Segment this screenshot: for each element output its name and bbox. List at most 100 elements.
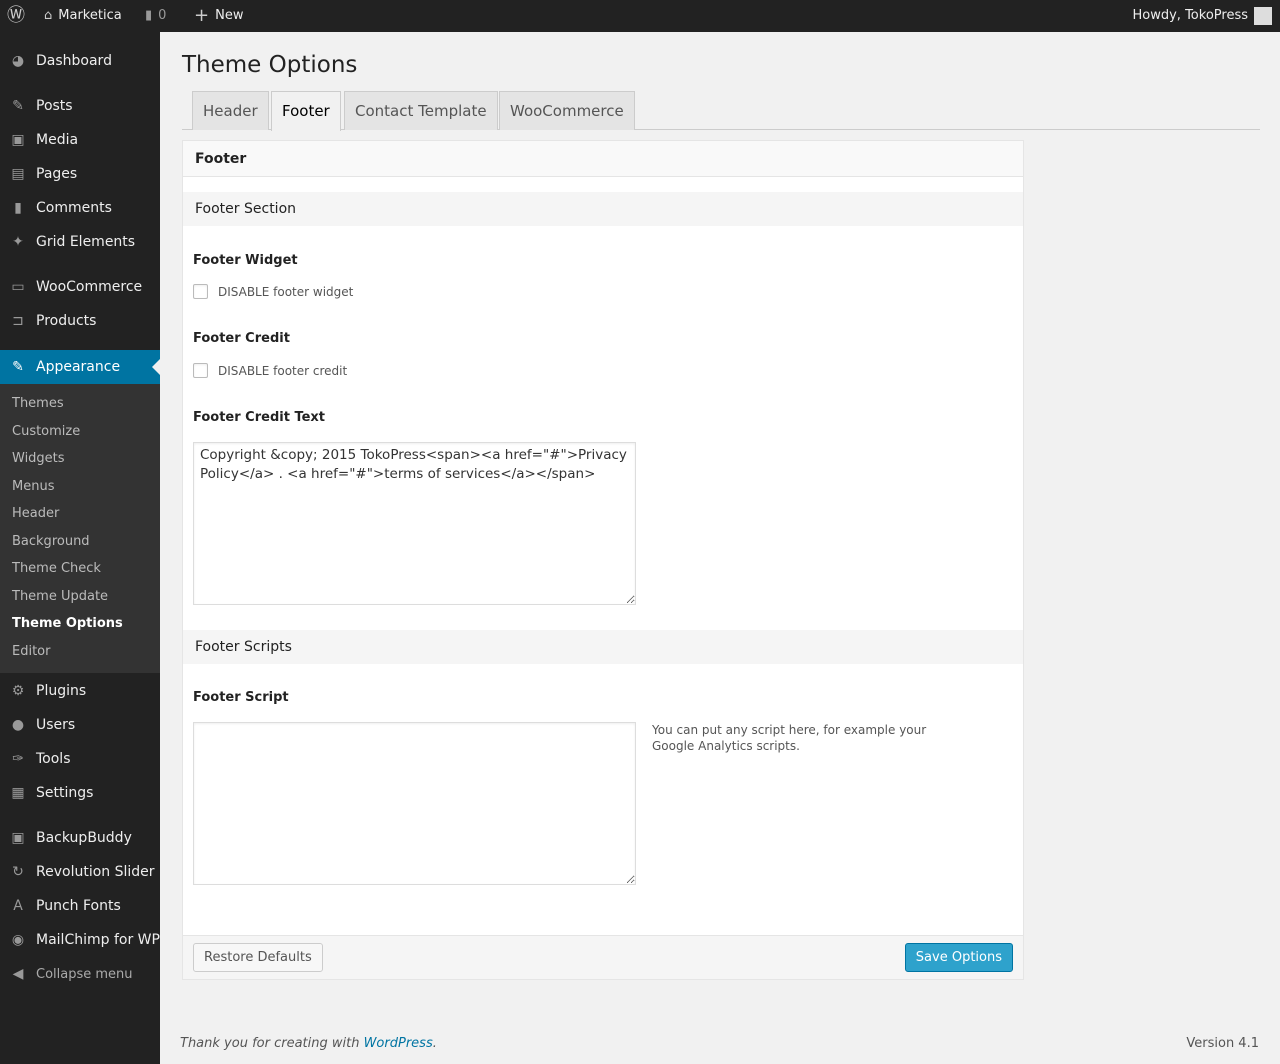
submenu-item-menus[interactable]: Menus [12,479,54,494]
sidebar-item-label: Punch Fonts [36,898,121,914]
dashboard-icon: ◕ [11,53,25,69]
sidebar-item-label: Comments [36,200,112,216]
submenu-item-background[interactable]: Background [12,534,90,549]
submenu-item-widgets[interactable]: Widgets [12,451,65,466]
footer-script-input[interactable] [193,722,636,885]
sidebar-item-users[interactable]: ● Users [0,708,160,742]
sidebar-item-label: Pages [36,166,78,182]
comment-count: 0 [158,8,167,23]
sidebar-item-label: Grid Elements [36,234,136,250]
site-name: Marketica [58,8,122,23]
sidebar-item-label: Media [36,132,79,148]
font-icon: A [13,898,23,914]
disable-footer-widget-checkbox[interactable]: DISABLE footer widget [193,284,353,299]
new-label: New [215,8,244,23]
sidebar-item-woocommerce[interactable]: ▭ WooCommerce [0,270,160,304]
field-label: Footer Widget [193,253,298,268]
sidebar-item-label: Plugins [36,683,87,699]
sidebar-item-label: MailChimp for WP [36,932,160,948]
footer-credit-text-input[interactable] [193,442,636,605]
sidebar-item-grid-elements[interactable]: ✦ Grid Elements [0,225,160,259]
media-icon: ▣ [11,132,25,148]
comment-icon: ▮ [145,8,153,23]
save-options-button[interactable]: Save Options [904,943,1013,972]
sidebar-item-label: BackupBuddy [36,830,132,846]
restore-defaults-button[interactable]: Restore Defaults [193,943,323,972]
panel-title: Footer [183,141,1023,177]
options-panel: Footer Footer Section Footer Widget DISA… [182,140,1024,980]
period: . [432,1036,437,1051]
backup-icon: ▣ [11,830,25,846]
tab-header[interactable]: Header [192,91,269,130]
field-help: You can put any script here, for example… [652,723,927,753]
account-menu[interactable]: Howdy, TokoPress [1132,0,1272,32]
sidebar-item-media[interactable]: ▣ Media [0,123,160,157]
woocommerce-icon: ▭ [11,279,25,295]
submenu-item-theme-options[interactable]: Theme Options [12,616,123,631]
tab-contact-template[interactable]: Contact Template [344,91,498,130]
sidebar-item-appearance[interactable]: ✎ Appearance [0,350,160,384]
tab-footer[interactable]: Footer [271,91,341,131]
thanks-text: Thank you for creating with [180,1036,364,1051]
sidebar-item-label: Collapse menu [36,966,133,982]
submenu-item-customize[interactable]: Customize [12,424,80,439]
grid-icon: ✦ [12,234,24,250]
appearance-icon: ✎ [12,359,24,375]
field-label: Footer Credit Text [193,410,326,425]
checkbox-label: DISABLE footer widget [218,284,354,299]
sidebar-item-label: Appearance [36,359,121,375]
sidebar-item-products[interactable]: ⊐ Products [0,304,160,338]
plus-icon: + [194,5,210,26]
sidebar-item-label: Settings [36,785,94,801]
settings-icon: ▦ [11,785,25,801]
sidebar-item-label: Products [36,313,97,329]
home-icon: ⌂ [44,8,53,23]
sidebar-item-label: Posts [36,98,73,114]
sidebar-item-label: Tools [36,751,71,767]
sidebar-item-label: Users [36,717,76,733]
cart-icon: ⊐ [12,313,24,329]
sidebar-item-settings[interactable]: ▦ Settings [0,776,160,810]
new-link[interactable]: + New [194,0,243,32]
submenu-item-themes[interactable]: Themes [12,396,64,411]
sidebar-item-mailchimp-for-wp[interactable]: ◉ MailChimp for WP [0,923,160,957]
sidebar-item-label: Revolution Slider [36,864,155,880]
sidebar-item-backupbuddy[interactable]: ▣ BackupBuddy [0,821,160,855]
options-tabs: Header Footer Contact Template WooCommer… [182,91,1260,131]
sidebar-item-dashboard[interactable]: ◕ Dashboard [0,44,160,78]
submenu-item-header[interactable]: Header [12,506,59,521]
sidebar-item-pages[interactable]: ▤ Pages [0,157,160,191]
wordpress-link[interactable]: WordPress [364,1036,433,1051]
pin-icon: ✎ [12,98,24,114]
field-label: Footer Credit [193,331,290,346]
avatar [1254,7,1272,25]
sidebar-item-posts[interactable]: ✎ Posts [0,89,160,123]
checkbox[interactable] [193,363,208,378]
sidebar-item-collapse-menu[interactable]: ◀ Collapse menu [0,957,160,991]
version-text: Version 4.1 [1186,1036,1259,1051]
site-link[interactable]: ⌂ Marketica [44,0,122,32]
comments-link[interactable]: ▮ 0 [145,0,166,32]
sidebar-item-punch-fonts[interactable]: A Punch Fonts [0,889,160,923]
sidebar-item-comments[interactable]: ▮ Comments [0,191,160,225]
sidebar-item-tools[interactable]: ✑ Tools [0,742,160,776]
howdy-text: Howdy, TokoPress [1132,8,1249,23]
sidebar-item-revolution-slider[interactable]: ↻ Revolution Slider [0,855,160,889]
sidebar-item-label: WooCommerce [36,279,143,295]
sidebar-item-plugins[interactable]: ⚙ Plugins [0,674,160,708]
tab-woocommerce[interactable]: WooCommerce [499,91,635,130]
section-heading: Footer Section [183,192,1023,226]
sidebar-item-label: Dashboard [36,53,112,69]
plugins-icon: ⚙ [11,683,25,699]
wordpress-logo-icon[interactable]: Ⓦ [7,0,25,32]
users-icon: ● [11,717,25,733]
checkbox-label: DISABLE footer credit [218,363,348,378]
collapse-icon: ◀ [12,966,24,982]
disable-footer-credit-checkbox[interactable]: DISABLE footer credit [193,363,347,378]
submenu-item-editor[interactable]: Editor [12,644,50,659]
submenu-item-theme-update[interactable]: Theme Update [12,589,108,604]
footer-thanks: Thank you for creating with WordPress. [180,1036,437,1051]
submenu-item-theme-check[interactable]: Theme Check [12,561,101,576]
checkbox[interactable] [193,284,208,299]
section-heading: Footer Scripts [183,630,1023,664]
